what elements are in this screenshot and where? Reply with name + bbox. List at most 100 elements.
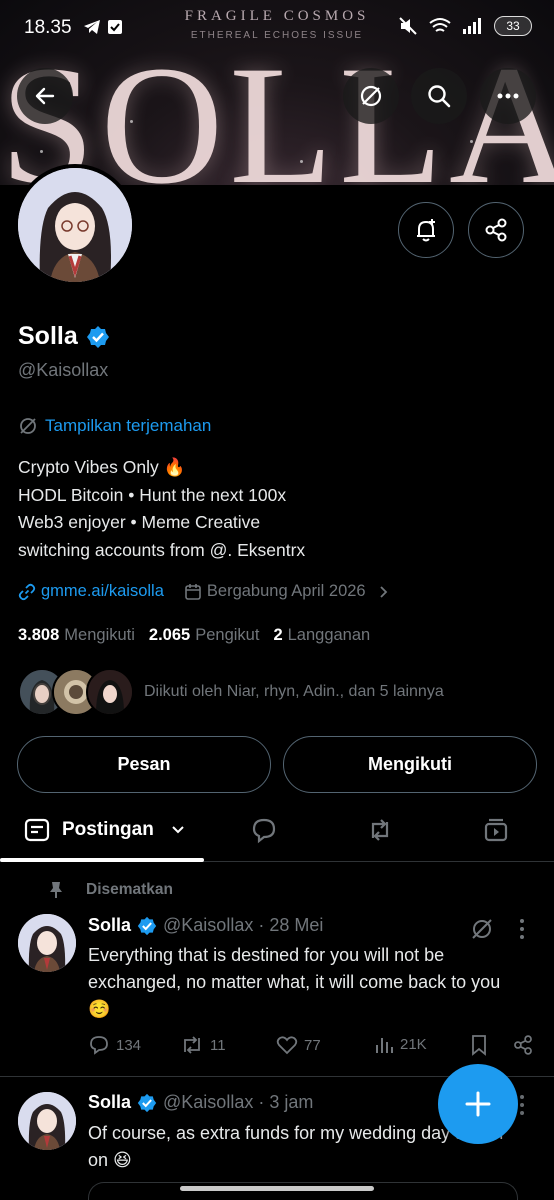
more-options-button[interactable] [480,68,536,124]
checkbox-icon [108,20,122,34]
like-icon [276,1036,298,1055]
profile-stats: 3.808 Mengikuti 2.065 Pengikut 2 Langganan [18,626,370,645]
battery-level: 33 [506,19,520,33]
profile-name-row: Solla [18,322,110,351]
notification-subscribe-button[interactable] [398,202,454,258]
following-count: 3.808 [18,626,60,644]
join-date-text: Bergabung April 2026 [206,582,366,600]
post-author-name[interactable]: Solla [88,1092,131,1113]
tab-posts-label: Postingan [62,819,154,840]
home-indicator[interactable] [180,1186,374,1191]
show-translation-link[interactable]: Tampilkan terjemahan [18,416,211,436]
tab-reposts[interactable] [360,800,400,860]
profile-website-link[interactable]: gmme.ai/kaisolla [18,582,164,601]
telegram-icon [84,20,100,34]
bio-line: HODL Bitcoin • Hunt the next 100x [18,484,287,505]
followers-count: 2.065 [148,626,191,644]
message-button[interactable]: Pesan [17,736,271,793]
profile-tabs: Postingan [0,800,554,862]
media-icon [484,818,508,842]
back-arrow-icon [35,87,55,105]
pin-icon [50,882,62,898]
chevron-down-icon [172,826,184,834]
status-time: 18.35 [24,17,72,38]
subscriptions-stat[interactable]: 2 Langganan [273,626,370,645]
post-meta: @Kaisollax · 28 Mei [163,915,324,935]
website-text: gmme.ai/kaisolla [41,582,164,600]
post-author-avatar[interactable] [18,914,76,972]
active-tab-indicator [0,858,204,862]
subscriptions-label: Langganan [287,626,371,644]
more-icon [497,93,519,99]
repost-icon [184,1036,200,1054]
post-meta: @Kaisollax · 3 jam [163,1092,314,1112]
back-button[interactable] [17,68,73,124]
post-text: Everything that is destined for you will… [88,945,501,1019]
reply-count: 134 [116,1036,142,1054]
bookmark-button[interactable] [470,1034,488,1056]
followed-by-text: Diikuti oleh Niar, rhyn, Adin., dan 5 la… [144,683,444,700]
profile-name: Solla [18,322,78,350]
reply-button[interactable]: 134 [88,1034,141,1056]
bio-line: Crypto Vibes Only 🔥 [18,457,186,477]
follower-avatars [18,668,134,716]
status-bar: 18.35 33 [0,0,554,56]
post-author-avatar[interactable] [18,1092,76,1150]
profile-bio: Crypto Vibes Only 🔥 HODL Bitcoin • Hunt … [18,454,305,564]
repost-icon [371,819,389,841]
pinned-label-row: Disematkan [48,881,173,899]
search-button[interactable] [411,68,467,124]
share-profile-button[interactable] [468,202,524,258]
verified-badge-icon [137,1093,157,1112]
share-icon [514,1035,532,1055]
post-media-preview[interactable] [88,1182,518,1200]
repost-button[interactable]: 11 [180,1034,226,1056]
replies-icon [252,818,276,844]
translate-toggle-button[interactable] [343,68,399,124]
views-icon [376,1038,393,1053]
following-button[interactable]: Mengikuti [283,736,537,793]
followers-stat[interactable]: 2.065 Pengikut [149,626,260,645]
following-label: Mengikuti [64,626,135,644]
pinned-label: Disematkan [86,881,174,898]
calendar-icon [185,583,201,600]
show-translation-label: Tampilkan terjemahan [45,416,212,435]
tab-media[interactable] [476,800,516,860]
post-header: Solla @Kaisollax · 3 jam [88,1092,313,1113]
post-author-name[interactable]: Solla [88,915,131,936]
post-header: Solla @Kaisollax · 28 Mei [88,915,323,936]
verified-badge-icon[interactable] [86,325,110,349]
compose-post-button[interactable] [438,1064,518,1144]
wifi-icon [429,18,451,32]
following-stat[interactable]: 3.808 Mengikuti [18,626,135,645]
share-icon [485,218,507,242]
tab-posts[interactable]: Postingan [24,800,186,860]
no-translate-icon [360,85,382,107]
translate-icon [20,418,36,434]
bookmark-icon [472,1035,486,1056]
more-icon[interactable] [518,1094,526,1116]
verified-badge-icon [137,916,157,935]
plus-icon [465,1091,491,1117]
mute-icon [399,17,417,35]
no-translate-icon[interactable] [469,916,495,942]
more-icon[interactable] [518,918,526,940]
followed-by-row[interactable]: Diikuti oleh Niar, rhyn, Adin., dan 5 la… [18,668,444,716]
bio-line: Web3 enjoyer • Meme Creative [18,512,261,532]
like-button[interactable]: 77 [276,1034,321,1056]
battery-icon: 33 [494,16,532,36]
views-button[interactable]: 21K [374,1034,427,1054]
repost-count: 11 [210,1036,226,1054]
search-icon [428,85,451,108]
follower-avatar [86,668,134,716]
tab-replies[interactable] [244,800,284,860]
like-count: 77 [304,1036,321,1054]
avatar-illustration [18,168,132,282]
subscriptions-count: 2 [273,626,283,644]
share-post-button[interactable] [512,1034,534,1056]
join-date[interactable]: Bergabung April 2026 [184,582,391,601]
profile-avatar[interactable] [14,164,136,286]
views-count: 21K [400,1035,427,1053]
post-actions: 134 11 77 21K [88,1034,538,1060]
replies-icon [90,1036,108,1055]
